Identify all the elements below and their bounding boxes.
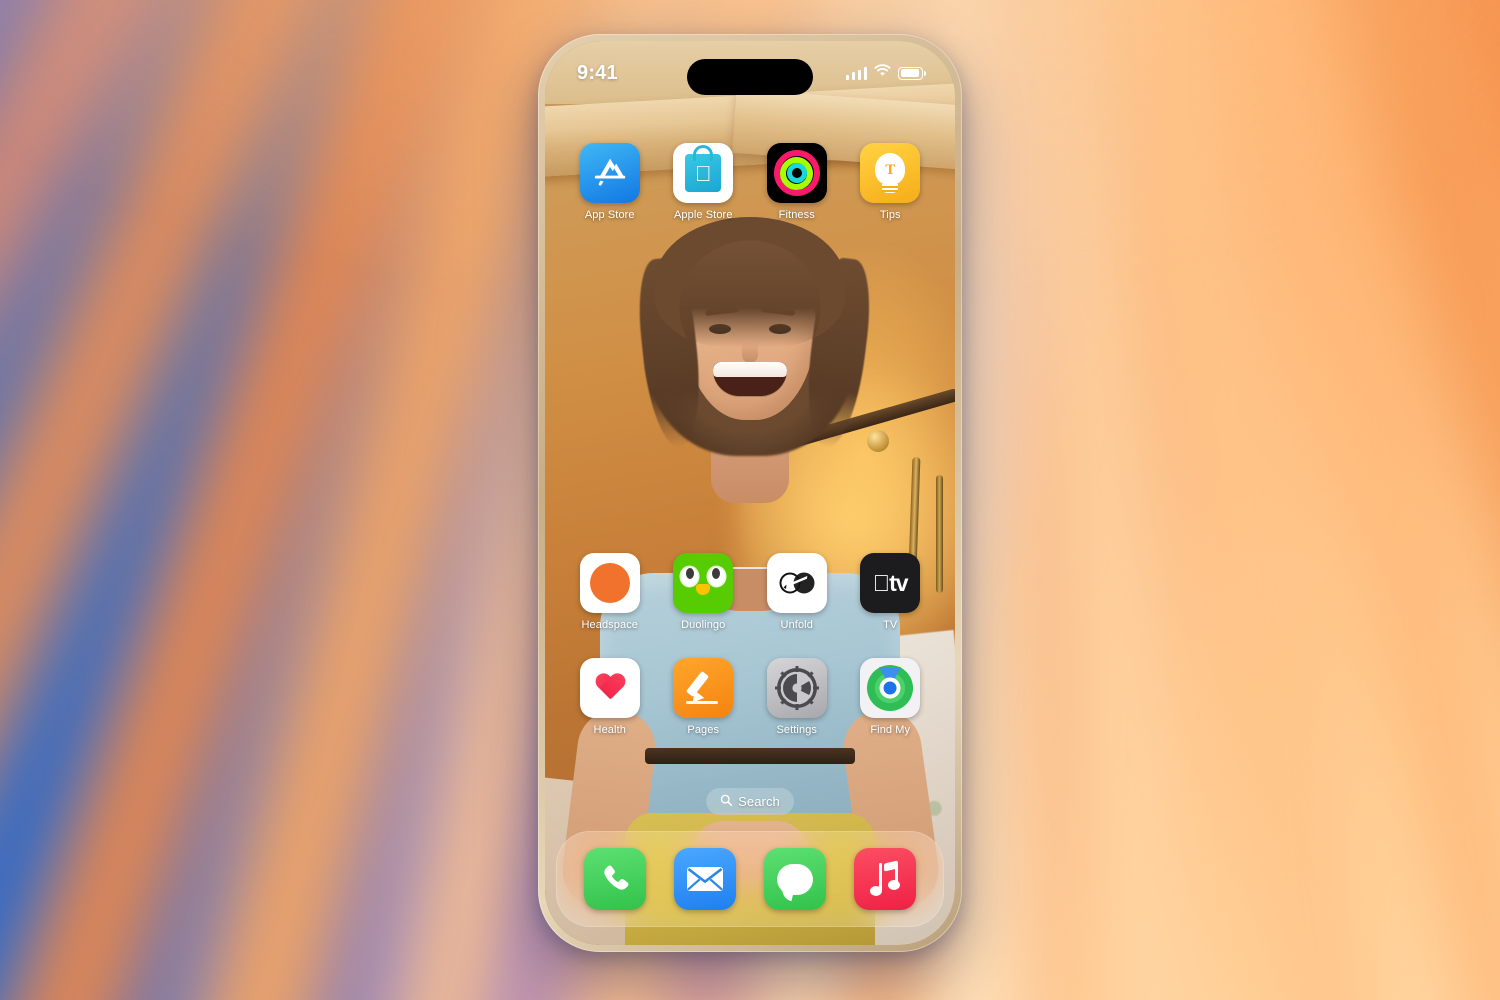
search-label: Search xyxy=(738,794,780,809)
duolingo-icon xyxy=(673,553,734,613)
fitness-icon xyxy=(766,143,827,203)
app-label: Headspace xyxy=(581,619,639,631)
app-icon-tv[interactable]: tv TV xyxy=(844,553,938,631)
dock: Phone Mail Messages xyxy=(556,831,944,927)
mail-icon xyxy=(674,848,736,910)
home-screen-row-2: Headspace Duolingo Unfold tv TV xyxy=(545,553,955,631)
dynamic-island xyxy=(687,59,813,95)
app-label: Settings xyxy=(776,724,818,736)
app-label: Fitness xyxy=(778,209,815,221)
app-icon-app-store[interactable]: App Store xyxy=(563,143,657,221)
phone-icon xyxy=(584,848,646,910)
app-icon-fitness[interactable]: Fitness xyxy=(750,143,844,221)
cellular-bars-icon xyxy=(845,66,867,80)
battery-icon xyxy=(898,66,926,80)
app-icon-headspace[interactable]: Headspace xyxy=(563,553,657,631)
app-label: Unfold xyxy=(780,619,813,631)
app-label: TV xyxy=(883,619,898,631)
app-label: App Store xyxy=(584,209,635,221)
search-pill[interactable]: Search xyxy=(706,788,794,815)
headspace-icon xyxy=(579,553,640,613)
home-screen-row-1: App Store  Apple Store Fitness T T xyxy=(545,143,955,221)
app-icon-unfold[interactable]: Unfold xyxy=(750,553,844,631)
tips-icon: T xyxy=(860,143,921,203)
status-bar-clock: 9:41 xyxy=(577,61,618,84)
wifi-icon xyxy=(874,64,891,82)
dock-app-phone[interactable]: Phone xyxy=(570,848,660,910)
app-icon-pages[interactable]: Pages xyxy=(657,658,751,736)
find-my-icon xyxy=(860,658,921,718)
app-icon-health[interactable]: Health xyxy=(563,658,657,736)
app-label: Health xyxy=(593,724,626,736)
unfold-icon xyxy=(766,553,827,613)
app-icon-duolingo[interactable]: Duolingo xyxy=(657,553,751,631)
pages-icon xyxy=(673,658,734,718)
app-label: Duolingo xyxy=(681,619,726,631)
app-icon-apple-store[interactable]:  Apple Store xyxy=(657,143,751,221)
iphone-device-frame: 9:41 App Store Apple Store Fitness T Tip… xyxy=(538,34,962,952)
app-label: Pages xyxy=(687,724,720,736)
settings-icon xyxy=(766,658,827,718)
app-label: Find My xyxy=(870,724,911,736)
app-icon-settings[interactable]: Settings xyxy=(750,658,844,736)
home-screen-row-3: Health Pages Settings Find My xyxy=(545,658,955,736)
apple-tv-icon: tv xyxy=(860,553,921,613)
iphone-screen: 9:41 App Store Apple Store Fitness T Tip… xyxy=(545,41,955,945)
dock-app-music[interactable]: Music xyxy=(840,848,930,910)
dock-app-messages[interactable]: Messages xyxy=(750,848,840,910)
app-label: Apple Store xyxy=(673,209,733,221)
app-label: Tips xyxy=(879,209,901,221)
messages-icon xyxy=(764,848,826,910)
app-icon-tips[interactable]: T Tips xyxy=(844,143,938,221)
health-icon xyxy=(579,658,640,718)
music-icon xyxy=(854,848,916,910)
app-icon-find-my[interactable]: Find My xyxy=(844,658,938,736)
app-store-icon xyxy=(579,143,640,203)
search-icon xyxy=(720,794,733,809)
dock-app-mail[interactable]: Mail xyxy=(660,848,750,910)
apple-store-icon:  xyxy=(673,143,734,203)
